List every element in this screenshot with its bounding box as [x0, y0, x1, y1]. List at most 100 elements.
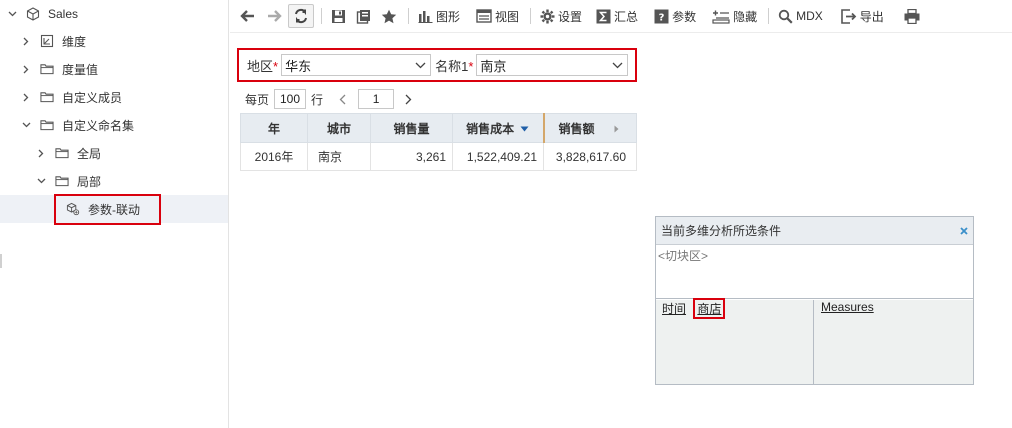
chevron-left-icon [339, 94, 346, 104]
filter-conditions-panel: 当前多维分析所选条件 <切块区> 时间 商店 Measures [655, 216, 974, 385]
tree-item-label: 自定义成员 [62, 90, 123, 105]
next-page-button[interactable] [405, 94, 412, 105]
table-header-row: 年 城市 销售量 销售成本 销售额 [240, 113, 637, 143]
axis-area: 时间 商店 Measures [656, 298, 973, 384]
tree-item-label: 度量值 [62, 62, 99, 77]
export-icon [840, 8, 857, 24]
star-icon [381, 9, 397, 23]
tree-item-custom-named-sets[interactable]: 自定义命名集 [0, 111, 228, 139]
column-header-label: 销售额 [558, 121, 595, 136]
slicer-area[interactable]: <切块区> [656, 245, 973, 299]
save-as-button[interactable] [352, 4, 375, 28]
column-header-sales-qty[interactable]: 销售量 [370, 113, 453, 143]
column-header-sales-amount[interactable]: 销售额 [543, 113, 637, 143]
params-button[interactable]: ? 参数 [650, 4, 700, 28]
slicer-placeholder: <切块区> [658, 249, 709, 263]
forward-button[interactable] [262, 4, 286, 28]
chevron-down-icon[interactable] [20, 119, 32, 131]
parameter-bar: 地区* 华东 名称1* 南京 [237, 48, 637, 82]
toolbar-separator [530, 8, 532, 24]
tree-item-dimensions[interactable]: 维度 [0, 27, 228, 55]
column-axis[interactable]: Measures [814, 300, 973, 384]
name-select[interactable]: 南京 [476, 54, 629, 76]
region-select[interactable]: 华东 [281, 54, 432, 76]
per-page-label: 每页 [245, 92, 270, 107]
pagination: 每页 100 行 1 [245, 88, 412, 110]
search-icon [778, 9, 793, 24]
column-header-city[interactable]: 城市 [307, 113, 371, 143]
view-table-icon [476, 9, 492, 23]
save-icon [332, 9, 345, 23]
chevron-right-icon[interactable] [20, 63, 32, 75]
toolbar-separator [321, 8, 322, 24]
view-button[interactable]: 视图 [472, 4, 523, 28]
summary-button[interactable]: 汇总 [592, 4, 642, 28]
chevron-down-icon[interactable] [35, 175, 47, 187]
column-header-year[interactable]: 年 [240, 113, 308, 143]
row-axis[interactable]: 时间 商店 [656, 298, 814, 384]
hide-button[interactable]: 隐藏 [708, 4, 761, 28]
settings-button[interactable]: 设置 [536, 4, 586, 28]
favorite-button[interactable] [377, 4, 401, 28]
folder-icon [40, 118, 54, 132]
chevron-right-icon[interactable] [20, 35, 32, 47]
resize-handle[interactable] [0, 254, 2, 268]
print-button[interactable] [900, 4, 924, 28]
tree-item-custom-members[interactable]: 自定义成员 [0, 83, 228, 111]
prev-page-button[interactable] [339, 94, 346, 105]
sort-desc-icon [520, 126, 529, 132]
tree-item-label: 全局 [77, 146, 102, 161]
arrow-right-icon [268, 10, 282, 22]
gear-icon [540, 9, 555, 23]
name-select-value: 南京 [480, 58, 507, 74]
table-cell: 1,522,409.21 [452, 142, 544, 171]
per-page-input[interactable]: 100 [274, 89, 307, 109]
chevron-down-icon [612, 62, 623, 68]
tree-item-label: 局部 [77, 174, 102, 189]
refresh-icon [295, 8, 307, 24]
dimension-store[interactable]: 商店 [693, 298, 726, 319]
refresh-button[interactable] [288, 4, 314, 28]
dimension-time[interactable]: 时间 [662, 300, 686, 317]
folder-icon [55, 174, 69, 188]
back-button[interactable] [236, 4, 260, 28]
tree-item-label: 维度 [62, 34, 87, 49]
table-cell: 3,261 [370, 142, 453, 171]
table-cell: 2016年 [240, 142, 308, 171]
tree-item-global[interactable]: 全局 [0, 139, 228, 167]
tree-item-local[interactable]: 局部 [0, 167, 228, 195]
help-icon: ? [654, 9, 669, 23]
arrow-left-icon [240, 10, 254, 22]
data-table: 年 城市 销售量 销售成本 销售额 2016年 南京 3,261 1,522,4… [240, 113, 637, 171]
tree-item-measures[interactable]: 度量值 [0, 55, 228, 83]
sum-icon [596, 9, 611, 23]
folder-icon [40, 62, 54, 76]
chevron-down-icon [415, 62, 426, 68]
tree-item-label: Sales [48, 7, 79, 21]
dimension-icon [40, 34, 54, 48]
column-header-sales-cost[interactable]: 销售成本 [452, 113, 545, 143]
printer-icon [904, 8, 920, 24]
table-cell: 3,828,617.60 [543, 142, 637, 171]
svg-text:?: ? [659, 12, 665, 23]
save-button[interactable] [327, 4, 350, 28]
export-button[interactable]: 导出 [837, 4, 888, 28]
sidebar: Sales 维度 度量值 自定义成员 自定义命名集 全局 局部 参数-联动 [0, 0, 229, 428]
tree-item-label: 自定义命名集 [62, 118, 135, 133]
caret-right-icon [614, 125, 619, 133]
chevron-right-icon[interactable] [35, 147, 47, 159]
close-icon[interactable] [960, 226, 968, 235]
tree-item-sales[interactable]: Sales [0, 0, 228, 28]
panel-header: 当前多维分析所选条件 [656, 217, 973, 245]
page-number-input[interactable]: 1 [358, 89, 395, 109]
name-param-label: 名称1* [435, 58, 474, 74]
highlight-box [54, 194, 161, 225]
chart-button[interactable]: 图形 [414, 4, 464, 28]
table-row: 2016年 南京 3,261 1,522,409.21 3,828,617.60 [240, 142, 637, 171]
dimension-measures[interactable]: Measures [821, 300, 874, 314]
toolbar: 图形 视图 设置 汇总 ? 参数 隐藏 MDX 导出 [230, 0, 1012, 33]
save-as-icon [356, 9, 370, 24]
chevron-down-icon[interactable] [6, 8, 18, 20]
chevron-right-icon[interactable] [20, 91, 32, 103]
mdx-button[interactable]: MDX [774, 4, 827, 28]
